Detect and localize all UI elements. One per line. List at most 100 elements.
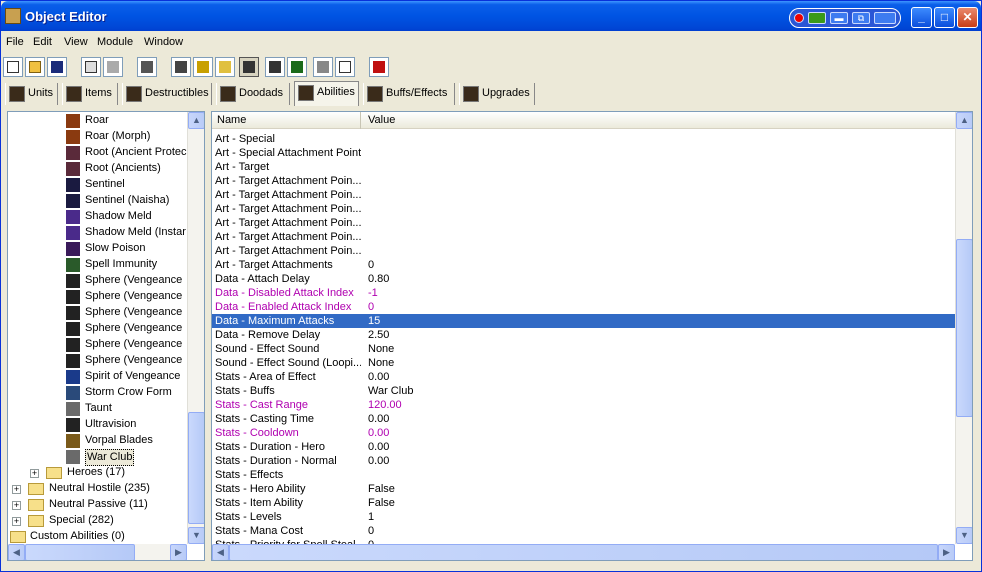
campaign-tool-icon[interactable] bbox=[265, 57, 285, 77]
minimize-button[interactable]: _ bbox=[911, 7, 932, 28]
property-row[interactable]: Stats - Effects bbox=[212, 468, 956, 482]
fullscreen-icon[interactable] bbox=[874, 12, 896, 24]
restore-tray-icon[interactable]: ⧉ bbox=[852, 12, 870, 24]
property-row[interactable]: Stats - Area of Effect 0.00 bbox=[212, 370, 956, 384]
property-value[interactable]: 1 bbox=[368, 510, 374, 524]
units-tool-icon[interactable] bbox=[137, 57, 157, 77]
property-row[interactable]: Stats - Levels 1 bbox=[212, 510, 956, 524]
nvidia-icon[interactable] bbox=[808, 12, 826, 24]
menu-module[interactable]: Module bbox=[97, 36, 133, 48]
ai-tool-icon[interactable] bbox=[287, 57, 307, 77]
tree-horizontal-scrollbar[interactable]: ◀ ▶ bbox=[8, 544, 187, 560]
scroll-down-icon[interactable]: ▼ bbox=[956, 527, 972, 544]
property-row[interactable]: Stats - Cooldown 0.00 bbox=[212, 426, 956, 440]
tab-abilities[interactable]: Abilities bbox=[294, 81, 359, 106]
property-value[interactable]: 0.00 bbox=[368, 426, 389, 440]
tab-upgrades[interactable]: Upgrades bbox=[459, 83, 535, 105]
property-row[interactable]: Stats - Hero Ability False bbox=[212, 482, 956, 496]
property-row[interactable]: Data - Remove Delay 2.50 bbox=[212, 328, 956, 342]
property-value[interactable]: 0.00 bbox=[368, 454, 389, 468]
paste-icon[interactable] bbox=[103, 57, 123, 77]
scroll-up-icon[interactable]: ▲ bbox=[188, 112, 204, 129]
new-icon[interactable] bbox=[3, 57, 23, 77]
scroll-left-icon[interactable]: ◀ bbox=[212, 544, 229, 560]
scroll-down-icon[interactable]: ▼ bbox=[188, 527, 204, 544]
column-value[interactable]: Value bbox=[368, 114, 395, 126]
copy-icon[interactable] bbox=[81, 57, 101, 77]
title-bar[interactable]: Object Editor ▬ ⧉ _ □ ✕ bbox=[1, 1, 981, 31]
test-map-icon[interactable] bbox=[369, 57, 389, 77]
minimize-tray-icon[interactable]: ▬ bbox=[830, 12, 848, 24]
expand-icon[interactable]: + bbox=[12, 517, 21, 526]
expand-icon[interactable]: + bbox=[30, 469, 39, 478]
tab-units[interactable]: Units bbox=[5, 83, 58, 105]
scroll-right-icon[interactable]: ▶ bbox=[938, 544, 955, 560]
property-row[interactable]: Data - Enabled Attack Index 0 bbox=[212, 300, 956, 314]
property-value[interactable]: False bbox=[368, 482, 395, 496]
tab-items[interactable]: Items bbox=[62, 83, 118, 105]
property-row[interactable]: Stats - Casting Time 0.00 bbox=[212, 412, 956, 426]
script-tool-icon[interactable] bbox=[335, 57, 355, 77]
scroll-thumb[interactable] bbox=[188, 412, 204, 524]
property-value[interactable]: 0 bbox=[368, 524, 374, 538]
property-row[interactable]: Art - Target Attachment Poin... bbox=[212, 230, 956, 244]
property-row[interactable]: Art - Target Attachment Poin... bbox=[212, 216, 956, 230]
close-button[interactable]: ✕ bbox=[957, 7, 978, 28]
property-row[interactable]: Art - Target Attachment Poin... bbox=[212, 174, 956, 188]
property-value[interactable]: 0.00 bbox=[368, 370, 389, 384]
scroll-thumb[interactable] bbox=[25, 544, 135, 560]
property-row[interactable]: Stats - Duration - Normal 0.00 bbox=[212, 454, 956, 468]
import-tool-icon[interactable] bbox=[313, 57, 333, 77]
record-icon[interactable] bbox=[794, 13, 804, 23]
grid-horizontal-scrollbar[interactable]: ◀ ▶ bbox=[212, 544, 955, 560]
property-grid[interactable]: Name Value Art - Special Art - Special At… bbox=[211, 111, 973, 561]
property-row[interactable]: Art - Special Attachment Point bbox=[212, 146, 956, 160]
property-value[interactable]: 0.00 bbox=[368, 412, 389, 426]
property-row[interactable]: Stats - Cast Range 120.00 bbox=[212, 398, 956, 412]
property-row-selected[interactable]: Data - Maximum Attacks 15 bbox=[212, 314, 956, 328]
menu-file[interactable]: File bbox=[6, 36, 24, 48]
property-row[interactable]: Sound - Effect Sound (Loopi... None bbox=[212, 356, 956, 370]
property-value[interactable]: 0.00 bbox=[368, 440, 389, 454]
tab-buffs-effects[interactable]: Buffs/Effects bbox=[363, 83, 455, 105]
property-row[interactable]: Stats - Duration - Hero 0.00 bbox=[212, 440, 956, 454]
property-value[interactable]: War Club bbox=[368, 384, 413, 398]
object-tree[interactable]: Roar Roar (Morph) Root (Ancient Protec R… bbox=[7, 111, 205, 561]
property-row[interactable]: Art - Target bbox=[212, 160, 956, 174]
menu-view[interactable]: View bbox=[64, 36, 88, 48]
property-row[interactable]: Art - Target Attachment Poin... bbox=[212, 202, 956, 216]
property-value[interactable]: False bbox=[368, 496, 395, 510]
property-value[interactable]: 0.80 bbox=[368, 272, 389, 286]
property-value[interactable]: 2.50 bbox=[368, 328, 389, 342]
maximize-button[interactable]: □ bbox=[934, 7, 955, 28]
property-value[interactable]: None bbox=[368, 342, 394, 356]
property-row[interactable]: Data - Disabled Attack Index -1 bbox=[212, 286, 956, 300]
object-editor-tool-icon[interactable] bbox=[239, 57, 259, 77]
property-value[interactable]: 0 bbox=[368, 258, 374, 272]
property-row[interactable]: Sound - Effect Sound None bbox=[212, 342, 956, 356]
property-row[interactable]: Art - Target Attachment Poin... bbox=[212, 244, 956, 258]
scroll-right-icon[interactable]: ▶ bbox=[170, 544, 187, 560]
property-value[interactable]: 120.00 bbox=[368, 398, 402, 412]
column-name[interactable]: Name bbox=[217, 114, 246, 126]
save-icon[interactable] bbox=[47, 57, 67, 77]
property-value[interactable]: 0 bbox=[368, 300, 374, 314]
scroll-thumb[interactable] bbox=[229, 544, 938, 560]
property-row[interactable]: Stats - Mana Cost 0 bbox=[212, 524, 956, 538]
property-row[interactable]: Art - Target Attachment Poin... bbox=[212, 188, 956, 202]
expand-icon[interactable]: + bbox=[12, 501, 21, 510]
property-value[interactable]: None bbox=[368, 356, 394, 370]
property-row[interactable]: Data - Attach Delay 0.80 bbox=[212, 272, 956, 286]
expand-icon[interactable]: + bbox=[12, 485, 21, 494]
sound-tool-icon[interactable] bbox=[215, 57, 235, 77]
tab-doodads[interactable]: Doodads bbox=[216, 83, 290, 105]
scroll-left-icon[interactable]: ◀ bbox=[8, 544, 25, 560]
menu-window[interactable]: Window bbox=[144, 36, 183, 48]
open-icon[interactable] bbox=[25, 57, 45, 77]
property-row[interactable]: Stats - Buffs War Club bbox=[212, 384, 956, 398]
scroll-up-icon[interactable]: ▲ bbox=[956, 112, 972, 129]
grid-vertical-scrollbar[interactable]: ▲ ▼ bbox=[955, 112, 972, 544]
scroll-thumb[interactable] bbox=[956, 239, 972, 417]
menu-edit[interactable]: Edit bbox=[33, 36, 52, 48]
property-row[interactable]: Art - Target Attachments 0 bbox=[212, 258, 956, 272]
